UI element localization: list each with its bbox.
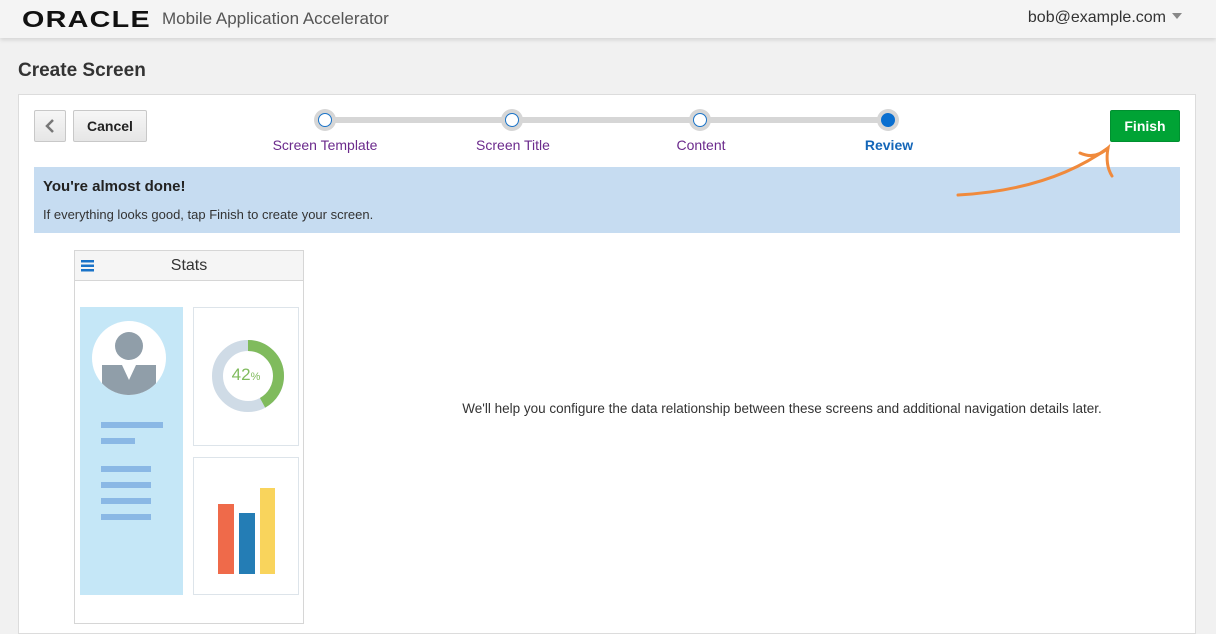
chevron-left-icon	[45, 119, 54, 133]
app-name: Mobile Application Accelerator	[162, 9, 389, 28]
preview-title: Stats	[170, 257, 208, 274]
step-dot-content[interactable]	[689, 109, 711, 131]
banner-text: If everything looks good, tap Finish to …	[43, 207, 374, 222]
bar-chart-card	[193, 457, 299, 595]
step-label[interactable]: Screen Title	[476, 137, 550, 153]
user-menu[interactable]: bob@example.com	[1028, 9, 1182, 27]
step-label[interactable]: Screen Template	[273, 137, 378, 153]
avatar-icon	[92, 321, 166, 395]
step-label-current: Review	[864, 137, 914, 153]
back-button[interactable]	[34, 110, 66, 142]
step-dot-screen-template[interactable]	[314, 109, 336, 131]
bar-blue	[239, 513, 255, 574]
bar-red	[218, 504, 234, 574]
oracle-logo: ORACLE	[22, 6, 151, 32]
donut-card: 42%	[193, 307, 299, 446]
caret-down-icon	[1172, 13, 1182, 24]
cancel-button[interactable]: Cancel	[73, 110, 147, 142]
banner-heading: You're almost done!	[43, 178, 186, 195]
page-title: Create Screen	[18, 60, 146, 81]
arrow-pointer-icon	[956, 143, 1114, 197]
bar-yellow	[260, 488, 275, 574]
user-email: bob@example.com	[1027, 9, 1166, 26]
finish-button[interactable]: Finish	[1110, 110, 1180, 142]
step-dot-screen-title[interactable]	[501, 109, 523, 131]
preview-title-bar: Stats	[75, 251, 303, 281]
app-header: ORACLE Mobile Application Accelerator bo…	[0, 0, 1216, 38]
donut-label: 42%	[231, 365, 261, 384]
step-dot-review[interactable]	[877, 109, 899, 131]
screen-preview: Stats 42%	[74, 250, 304, 624]
profile-panel	[80, 307, 183, 595]
info-message: We'll help you configure the data relati…	[462, 401, 1102, 416]
stepper-track	[325, 117, 888, 123]
step-label[interactable]: Content	[676, 137, 725, 153]
